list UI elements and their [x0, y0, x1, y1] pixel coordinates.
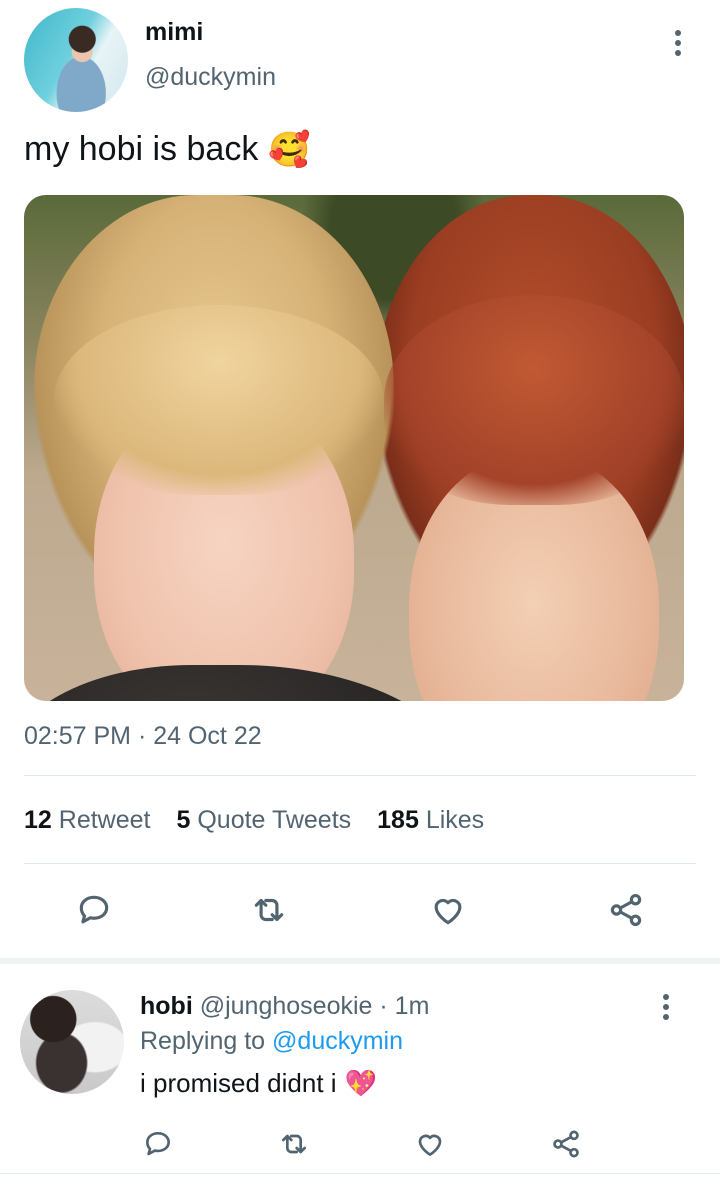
like-icon[interactable] [426, 888, 470, 932]
replying-to: Replying to @duckymin [140, 1027, 403, 1056]
retweet-icon[interactable] [247, 888, 291, 932]
reply-more-options-icon[interactable] [658, 994, 674, 1022]
reply-author-handle[interactable]: @junghoseokie [200, 992, 373, 1020]
reply-separator: · [379, 992, 388, 1020]
tweet-text-content: my hobi is back [24, 130, 259, 168]
tweet-stats: 12 Retweet 5 Quote Tweets 185 Likes [24, 806, 484, 835]
reply-icon[interactable] [72, 888, 116, 932]
reply-text-content: i promised didnt i [140, 1068, 337, 1098]
author-avatar[interactable] [24, 8, 128, 112]
reply-author-name[interactable]: hobi [140, 992, 193, 1020]
more-options-icon[interactable] [670, 30, 686, 58]
retweets-stat[interactable]: 12 Retweet [24, 806, 150, 835]
author-handle[interactable]: @duckymin [145, 63, 276, 92]
reply-icon[interactable] [136, 1122, 180, 1166]
sparkling-heart-emoji: 💖 [344, 1068, 377, 1099]
reply-author-avatar[interactable] [20, 990, 124, 1094]
smiling-face-with-hearts-emoji: 🥰 [268, 129, 311, 170]
retweet-icon[interactable] [272, 1122, 316, 1166]
reply-header: hobi @junghoseokie · 1m [140, 992, 429, 1021]
replying-to-label: Replying to [140, 1027, 266, 1055]
share-icon[interactable] [604, 888, 648, 932]
reply-time: 1m [394, 992, 430, 1020]
like-icon[interactable] [408, 1122, 452, 1166]
tweet-photo[interactable] [24, 195, 684, 701]
divider [24, 775, 696, 776]
reply-text: i promised didnt i 💖 [140, 1068, 377, 1099]
share-icon[interactable] [544, 1122, 588, 1166]
reply-action-bar [0, 1120, 720, 1170]
tweet-text: my hobi is back 🥰 [24, 130, 311, 169]
divider [24, 863, 696, 864]
quote-tweets-stat[interactable]: 5 Quote Tweets [176, 806, 351, 835]
tweet-action-bar [0, 880, 720, 940]
tweet-timestamp: 02:57 PM · 24 Oct 22 [24, 722, 262, 750]
author-name[interactable]: mimi [145, 18, 203, 47]
likes-stat[interactable]: 185 Likes [377, 806, 484, 835]
replying-to-mention[interactable]: @duckymin [272, 1027, 403, 1055]
section-separator [0, 958, 720, 964]
divider [0, 1173, 720, 1174]
